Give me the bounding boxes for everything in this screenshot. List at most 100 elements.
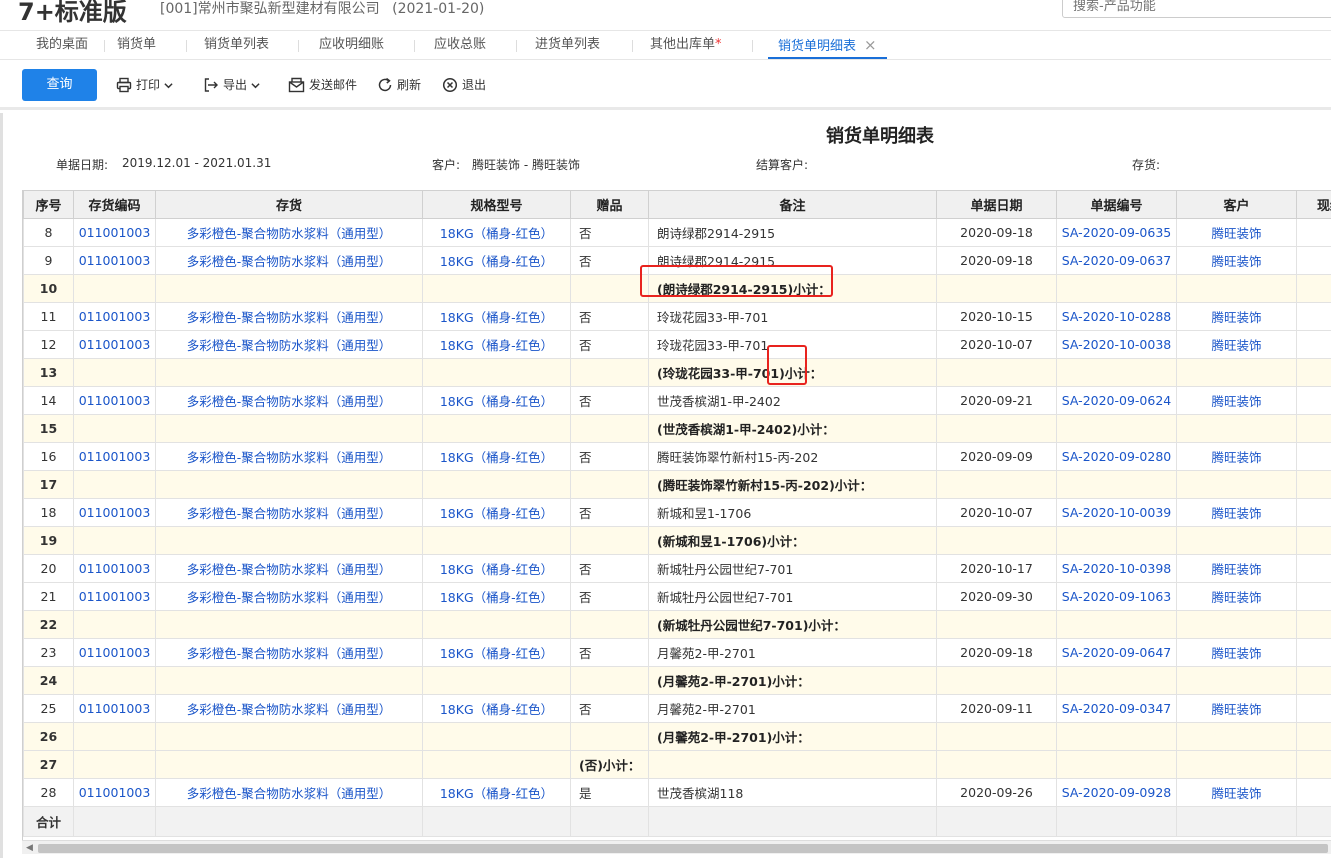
- customer-link[interactable]: 腾旺装饰: [1176, 218, 1297, 247]
- customer-link[interactable]: 腾旺装饰: [1176, 330, 1297, 359]
- spec-link[interactable]: 18KG（桶身-红色）: [422, 554, 571, 583]
- table-row[interactable]: 8 011001003 多彩橙色-聚合物防水浆料（通用型） 18KG（桶身-红色）否朗…: [23, 218, 1331, 247]
- spec-link[interactable]: 18KG（桶身-红色）: [422, 330, 571, 359]
- send-email-button[interactable]: 发送邮件: [288, 76, 357, 94]
- query-button[interactable]: 查询: [22, 69, 97, 101]
- tab-sales-order-list[interactable]: 销货单列表: [204, 31, 269, 59]
- customer-link[interactable]: 腾旺装饰: [1176, 554, 1297, 583]
- doc-no-link[interactable]: SA-2020-09-0928: [1056, 778, 1177, 807]
- subtotal-row[interactable]: 24 (月馨苑2-甲-2701)小计：: [23, 666, 1331, 695]
- spec-link[interactable]: 18KG（桶身-红色）: [422, 246, 571, 275]
- doc-no-link[interactable]: SA-2020-09-0347: [1056, 694, 1177, 723]
- table-row[interactable]: 12 011001003 多彩橙色-聚合物防水浆料（通用型） 18KG（桶身-红色）否…: [23, 330, 1331, 359]
- spec-link[interactable]: 18KG（桶身-红色）: [422, 778, 571, 807]
- exit-button[interactable]: 退出: [442, 76, 486, 94]
- spec-link[interactable]: 18KG（桶身-红色）: [422, 302, 571, 331]
- stock-code-link[interactable]: 011001003: [73, 330, 156, 359]
- stock-code-link[interactable]: 011001003: [73, 554, 156, 583]
- doc-no-link[interactable]: SA-2020-09-1063: [1056, 582, 1177, 611]
- tab-sales-order[interactable]: 销货单: [117, 31, 156, 59]
- stock-code-link[interactable]: 011001003: [73, 638, 156, 667]
- spec-link[interactable]: 18KG（桶身-红色）: [422, 386, 571, 415]
- stock-name-link[interactable]: 多彩橙色-聚合物防水浆料（通用型）: [155, 554, 423, 583]
- table-row[interactable]: 20 011001003 多彩橙色-聚合物防水浆料（通用型） 18KG（桶身-红色）否…: [23, 554, 1331, 583]
- close-icon[interactable]: ×: [864, 36, 877, 54]
- col-doc-no[interactable]: 单据编号: [1056, 190, 1177, 219]
- stock-code-link[interactable]: 011001003: [73, 246, 156, 275]
- doc-no-link[interactable]: SA-2020-09-0635: [1056, 218, 1177, 247]
- spec-link[interactable]: 18KG（桶身-红色）: [422, 442, 571, 471]
- stock-code-link[interactable]: 011001003: [73, 498, 156, 527]
- doc-no-link[interactable]: SA-2020-09-0647: [1056, 638, 1177, 667]
- customer-link[interactable]: 腾旺装饰: [1176, 638, 1297, 667]
- stock-name-link[interactable]: 多彩橙色-聚合物防水浆料（通用型）: [155, 246, 423, 275]
- table-row[interactable]: 28 011001003 多彩橙色-聚合物防水浆料（通用型） 18KG（桶身-红色）是…: [23, 778, 1331, 807]
- stock-name-link[interactable]: 多彩橙色-聚合物防水浆料（通用型）: [155, 778, 423, 807]
- horizontal-scrollbar[interactable]: ◀: [22, 840, 1331, 854]
- tab-receivable-ledger[interactable]: 应收总账: [434, 31, 486, 59]
- stock-name-link[interactable]: 多彩橙色-聚合物防水浆料（通用型）: [155, 498, 423, 527]
- subtotal-row[interactable]: 22 (新城牡丹公园世纪7-701)小计：: [23, 610, 1331, 639]
- col-customer[interactable]: 客户: [1176, 190, 1297, 219]
- scroll-left-icon[interactable]: ◀: [26, 843, 33, 853]
- table-row[interactable]: 25 011001003 多彩橙色-聚合物防水浆料（通用型） 18KG（桶身-红色）否…: [23, 694, 1331, 723]
- stock-name-link[interactable]: 多彩橙色-聚合物防水浆料（通用型）: [155, 218, 423, 247]
- stock-name-link[interactable]: 多彩橙色-聚合物防水浆料（通用型）: [155, 330, 423, 359]
- stock-name-link[interactable]: 多彩橙色-聚合物防水浆料（通用型）: [155, 442, 423, 471]
- customer-link[interactable]: 腾旺装饰: [1176, 694, 1297, 723]
- doc-no-link[interactable]: SA-2020-10-0039: [1056, 498, 1177, 527]
- subtotal-row[interactable]: 27 (否)小计：: [23, 750, 1331, 779]
- doc-no-link[interactable]: SA-2020-09-0624: [1056, 386, 1177, 415]
- table-row[interactable]: 23 011001003 多彩橙色-聚合物防水浆料（通用型） 18KG（桶身-红色）否…: [23, 638, 1331, 667]
- subtotal-row[interactable]: 15 (世茂香槟湖1-甲-2402)小计：: [23, 414, 1331, 443]
- subtotal-row[interactable]: 19 (新城和昱1-1706)小计：: [23, 526, 1331, 555]
- tab-receivable-detail[interactable]: 应收明细账: [319, 31, 384, 59]
- stock-code-link[interactable]: 011001003: [73, 694, 156, 723]
- stock-code-link[interactable]: 011001003: [73, 386, 156, 415]
- col-gift[interactable]: 赠品: [570, 190, 649, 219]
- col-doc-date[interactable]: 单据日期: [936, 190, 1057, 219]
- stock-code-link[interactable]: 011001003: [73, 218, 156, 247]
- stock-name-link[interactable]: 多彩橙色-聚合物防水浆料（通用型）: [155, 302, 423, 331]
- col-stock-code[interactable]: 存货编码: [73, 190, 156, 219]
- spec-link[interactable]: 18KG（桶身-红色）: [422, 498, 571, 527]
- stock-name-link[interactable]: 多彩橙色-聚合物防水浆料（通用型）: [155, 638, 423, 667]
- subtotal-row[interactable]: 17 (腾旺装饰翠竹新村15-丙-202)小计：: [23, 470, 1331, 499]
- spec-link[interactable]: 18KG（桶身-红色）: [422, 582, 571, 611]
- table-row[interactable]: 9 011001003 多彩橙色-聚合物防水浆料（通用型） 18KG（桶身-红色）否朗…: [23, 246, 1331, 275]
- stock-code-link[interactable]: 011001003: [73, 582, 156, 611]
- customer-link[interactable]: 腾旺装饰: [1176, 498, 1297, 527]
- doc-no-link[interactable]: SA-2020-10-0288: [1056, 302, 1177, 331]
- table-row[interactable]: 11 011001003 多彩橙色-聚合物防水浆料（通用型） 18KG（桶身-红色）否…: [23, 302, 1331, 331]
- spec-link[interactable]: 18KG（桶身-红色）: [422, 638, 571, 667]
- stock-code-link[interactable]: 011001003: [73, 778, 156, 807]
- stock-code-link[interactable]: 011001003: [73, 302, 156, 331]
- doc-no-link[interactable]: SA-2020-10-0398: [1056, 554, 1177, 583]
- tab-purchase-list[interactable]: 进货单列表: [535, 31, 600, 59]
- col-cash[interactable]: 现结: [1296, 190, 1331, 219]
- table-row[interactable]: 14 011001003 多彩橙色-聚合物防水浆料（通用型） 18KG（桶身-红色）否…: [23, 386, 1331, 415]
- subtotal-row[interactable]: 13 (玲珑花园33-甲-701)小计：: [23, 358, 1331, 387]
- subtotal-row[interactable]: 26 (月馨苑2-甲-2701)小计：: [23, 722, 1331, 751]
- export-button[interactable]: 导出: [203, 76, 260, 94]
- subtotal-row[interactable]: 10 (朗诗绿郡2914-2915)小计：: [23, 274, 1331, 303]
- doc-no-link[interactable]: SA-2020-10-0038: [1056, 330, 1177, 359]
- spec-link[interactable]: 18KG（桶身-红色）: [422, 694, 571, 723]
- customer-link[interactable]: 腾旺装饰: [1176, 442, 1297, 471]
- doc-no-link[interactable]: SA-2020-09-0280: [1056, 442, 1177, 471]
- col-note[interactable]: 备注: [648, 190, 937, 219]
- stock-name-link[interactable]: 多彩橙色-聚合物防水浆料（通用型）: [155, 694, 423, 723]
- print-button[interactable]: 打印: [116, 76, 173, 94]
- scrollbar-thumb[interactable]: [38, 844, 1328, 853]
- customer-link[interactable]: 腾旺装饰: [1176, 246, 1297, 275]
- col-spec[interactable]: 规格型号: [422, 190, 571, 219]
- tab-desktop[interactable]: 我的桌面: [36, 31, 88, 59]
- report-grid[interactable]: 序号 存货编码 存货 规格型号 赠品 备注 单据日期 单据编号 客户 现结 80…: [22, 190, 1331, 840]
- stock-code-link[interactable]: 011001003: [73, 442, 156, 471]
- customer-link[interactable]: 腾旺装饰: [1176, 778, 1297, 807]
- table-row[interactable]: 18 011001003 多彩橙色-聚合物防水浆料（通用型） 18KG（桶身-红色）否…: [23, 498, 1331, 527]
- refresh-button[interactable]: 刷新: [377, 76, 421, 94]
- tab-sales-detail-report[interactable]: 销货单明细表 ×: [768, 31, 887, 59]
- table-row[interactable]: 21 011001003 多彩橙色-聚合物防水浆料（通用型） 18KG（桶身-红色）否…: [23, 582, 1331, 611]
- tab-other-outbound[interactable]: 其他出库单*: [650, 31, 722, 59]
